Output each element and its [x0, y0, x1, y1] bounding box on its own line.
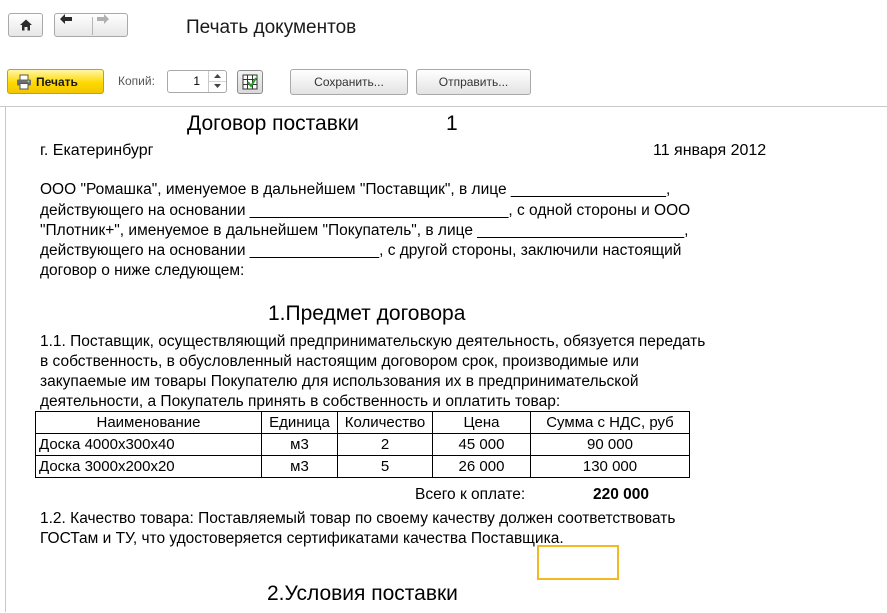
- selected-cell[interactable]: [537, 545, 619, 580]
- preamble-line: действующего на основании ______________…: [40, 242, 682, 259]
- arrow-right-icon: [97, 14, 109, 24]
- preamble-line: "Плотник+", именуемое в дальнейшем "Поку…: [40, 222, 689, 239]
- section-1-line: закупаемые им товары Покупателю для испо…: [40, 373, 639, 390]
- chevron-down-icon: [214, 84, 221, 88]
- chevron-up-icon: [214, 74, 221, 78]
- section-2-title: 2.Условия поставки: [267, 582, 458, 605]
- table-cell: 45 000: [432, 433, 531, 456]
- arrow-left-icon: [60, 14, 72, 24]
- document-title: Договор поставки: [187, 112, 359, 135]
- save-button[interactable]: Сохранить...: [290, 69, 408, 95]
- document-date: 11 января 2012: [653, 142, 767, 159]
- document-city: г. Екатеринбург: [40, 142, 154, 159]
- print-button-label: Печать: [36, 75, 78, 89]
- column-header: Количество: [337, 411, 433, 434]
- print-button[interactable]: Печать: [7, 69, 104, 94]
- forward-button[interactable]: [93, 14, 128, 36]
- section-1-line: в собственность, в обусловленный настоящ…: [40, 353, 639, 370]
- history-nav: [54, 13, 128, 37]
- goods-table: Наименование Единица Количество Цена Сум…: [35, 411, 690, 478]
- table-cell: 130 000: [530, 455, 690, 478]
- section-1-line: деятельности, а Покупатель принять в соб…: [40, 393, 561, 410]
- preamble-line: договор о ниже следующем:: [40, 262, 245, 279]
- total-label: Всего к оплате:: [415, 486, 526, 503]
- column-header: Сумма с НДС, руб: [530, 411, 690, 434]
- send-button[interactable]: Отправить...: [416, 69, 531, 95]
- table-cell: 5: [337, 455, 433, 478]
- table-cell: 2: [337, 433, 433, 456]
- grid-icon: [242, 74, 258, 90]
- column-header: Единица: [261, 411, 338, 434]
- table-cell: 26 000: [432, 455, 531, 478]
- copies-label: Копий:: [118, 74, 155, 88]
- table-cell: м3: [261, 455, 338, 478]
- column-header: Наименование: [35, 411, 262, 434]
- home-icon: [19, 19, 32, 31]
- preamble-line: ООО "Ромашка", именуемое в дальнейшем "П…: [40, 181, 671, 198]
- total-value: 220 000: [593, 486, 650, 503]
- window-title: Печать документов: [186, 17, 357, 38]
- home-button[interactable]: [8, 13, 43, 37]
- copies-decrement-button[interactable]: [209, 81, 226, 91]
- table-cell: 90 000: [530, 433, 690, 456]
- table-cell: Доска 3000х200х20: [35, 455, 262, 478]
- printer-icon: [17, 74, 31, 90]
- back-button[interactable]: [55, 14, 92, 36]
- document-number: 1: [446, 112, 458, 135]
- copies-spin: [208, 71, 226, 92]
- table-cell: м3: [261, 433, 338, 456]
- show-grid-toggle[interactable]: [237, 70, 263, 94]
- table-row: Доска 3000х200х20 м3 5 26 000 130 000: [35, 455, 690, 478]
- copies-value[interactable]: 1: [193, 74, 200, 88]
- section-1-2-line: ГОСТам и ТУ, что удостоверяется сертифик…: [40, 530, 564, 547]
- column-header: Цена: [432, 411, 531, 434]
- table-row: Доска 4000х300х40 м3 2 45 000 90 000: [35, 433, 690, 456]
- table-header-row: Наименование Единица Количество Цена Сум…: [35, 411, 690, 434]
- document-left-border: [5, 106, 6, 612]
- preamble-line: действующего на основании ______________…: [40, 202, 691, 219]
- section-1-title: 1.Предмет договора: [268, 302, 466, 325]
- copies-stepper[interactable]: 1: [167, 70, 227, 93]
- table-cell: Доска 4000х300х40: [35, 433, 262, 456]
- section-1-line: 1.1. Поставщик, осуществляющий предприни…: [40, 333, 706, 350]
- section-1-2-line: 1.2. Качество товара: Поставляемый товар…: [40, 510, 676, 527]
